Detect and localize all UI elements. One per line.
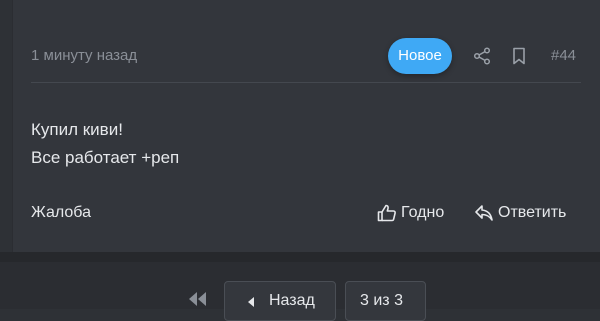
back-button[interactable]: Назад [224, 281, 336, 321]
post-text-line: Все работает +реп [31, 148, 180, 167]
like-button[interactable]: Годно [377, 204, 444, 222]
like-label: Годно [401, 204, 445, 221]
post-actions: Жалоба Годно Ответить [13, 204, 600, 228]
post-body: Купил киви! Все работает +реп [31, 116, 179, 172]
reply-icon [475, 205, 493, 221]
reply-button[interactable]: Ответить [474, 204, 566, 222]
page-indicator-label: 3 из 3 [360, 292, 403, 309]
share-icon[interactable] [473, 47, 491, 65]
post-number-link[interactable]: #44 [551, 47, 576, 64]
bookmark-icon[interactable] [511, 47, 527, 65]
thumbs-up-icon [377, 204, 396, 222]
new-badge: Новое [388, 38, 452, 74]
post-text-line: Купил киви! [31, 120, 123, 139]
post-timestamp[interactable]: 1 минуту назад [31, 47, 137, 64]
double-chevron-left-icon[interactable] [186, 291, 208, 307]
report-link[interactable]: Жалоба [31, 204, 91, 222]
forum-post: 1 минуту назад Новое #44 Купил киви! Все… [12, 0, 600, 252]
divider [31, 82, 581, 83]
reply-label: Ответить [498, 204, 567, 221]
section-separator [0, 252, 600, 262]
back-label: Назад [269, 292, 315, 309]
page-indicator[interactable]: 3 из 3 [345, 281, 426, 321]
caret-left-icon [248, 297, 254, 307]
pagination: Назад 3 из 3 [0, 262, 600, 321]
post-meta: 1 минуту назад Новое #44 [13, 38, 600, 74]
